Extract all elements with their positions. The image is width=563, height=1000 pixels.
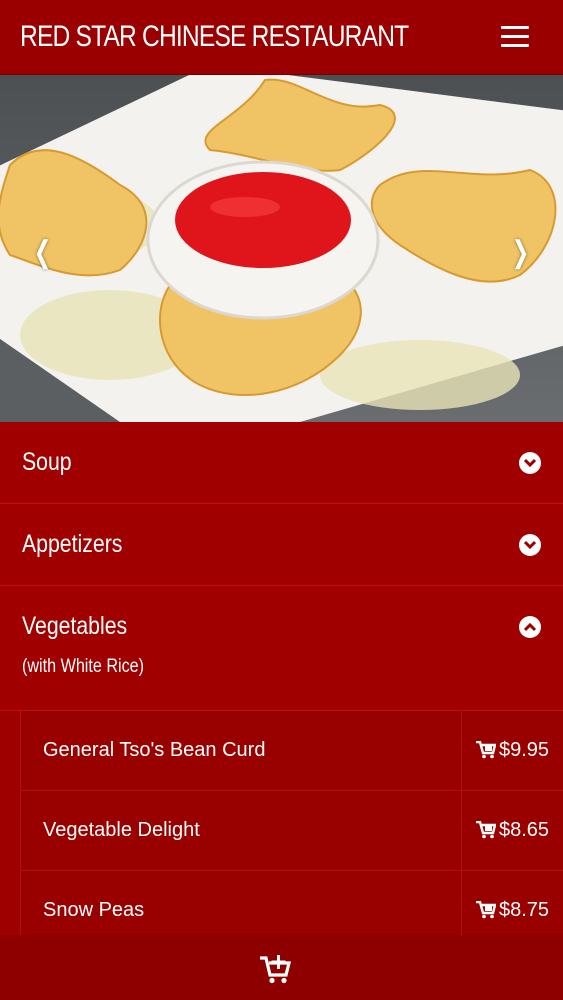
cart-plus-icon <box>476 741 496 759</box>
category-label: Vegetables <box>22 612 128 640</box>
image-carousel[interactable]: ❮ ❯ <box>0 75 563 422</box>
chevron-up-icon[interactable] <box>519 616 541 638</box>
category-appetizers[interactable]: Appetizers <box>0 504 563 586</box>
footer-bar <box>0 935 563 1000</box>
app-header: RED STAR CHINESE RESTAURANT <box>0 0 563 75</box>
category-sublabel: (with White Rice) <box>22 656 145 677</box>
add-to-cart-button[interactable]: $9.95 <box>461 711 563 790</box>
chevron-down-icon[interactable] <box>519 452 541 474</box>
item-name: General Tso's Bean Curd <box>43 739 266 761</box>
item-name: Vegetable Delight <box>43 819 200 841</box>
chevron-down-icon[interactable] <box>519 534 541 556</box>
cart-plus-icon <box>476 821 496 839</box>
cart-plus-icon[interactable] <box>259 955 291 985</box>
item-price: $8.75 <box>499 899 550 921</box>
restaurant-title: RED STAR CHINESE RESTAURANT <box>20 20 409 53</box>
cart-plus-icon <box>476 901 496 919</box>
wonton-photo <box>0 75 563 422</box>
carousel-next-icon[interactable]: ❯ <box>512 235 530 270</box>
item-price: $9.95 <box>499 739 550 761</box>
category-soup[interactable]: Soup <box>0 422 563 504</box>
item-name: Snow Peas <box>43 899 145 921</box>
category-vegetables[interactable]: Vegetables (with White Rice) <box>0 586 563 711</box>
category-label: Soup <box>22 448 72 476</box>
menu-item[interactable]: General Tso's Bean Curd $9.95 <box>20 711 563 791</box>
carousel-prev-icon[interactable]: ❮ <box>34 235 52 270</box>
category-label: Appetizers <box>22 530 123 558</box>
hamburger-icon[interactable] <box>501 26 529 48</box>
item-price: $8.65 <box>499 819 550 841</box>
menu-item[interactable]: Vegetable Delight $8.65 <box>20 791 563 871</box>
add-to-cart-button[interactable]: $8.65 <box>461 791 563 870</box>
